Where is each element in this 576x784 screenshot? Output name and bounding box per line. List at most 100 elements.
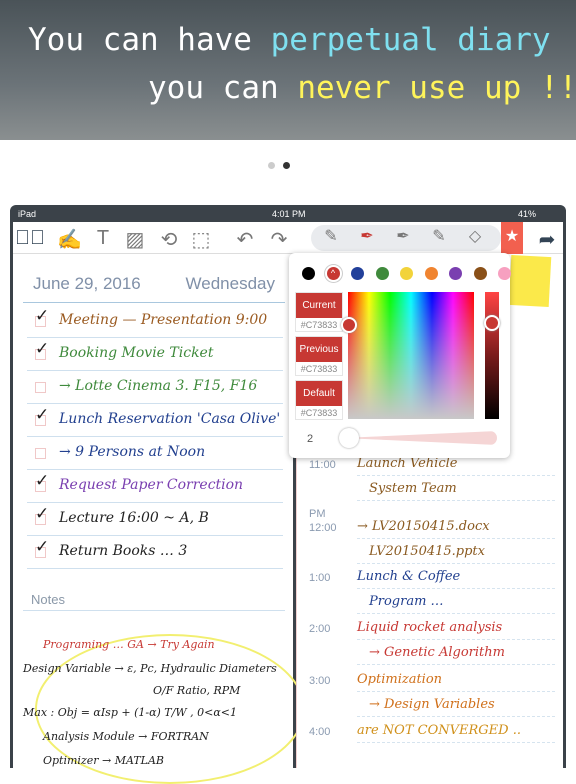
brightness-slider[interactable]: [485, 292, 499, 419]
time-label: 4:00: [309, 726, 331, 738]
select-icon[interactable]: ⬚: [189, 227, 213, 252]
schedule-text: → Genetic Algorithm: [369, 645, 505, 660]
note-line: Design Variable → ε, Pc, Hydraulic Diame…: [23, 662, 277, 675]
default-color-button[interactable]: Default #C73833: [295, 380, 343, 420]
undo-icon[interactable]: ↶: [233, 227, 257, 252]
fountain-pen-icon[interactable]: ✒: [355, 226, 379, 246]
notes-label: Notes: [31, 592, 65, 607]
current-hex: #C73833: [300, 320, 338, 330]
schedule-text: LV20150415.pptx: [369, 544, 485, 559]
task-checkbox[interactable]: [35, 382, 46, 393]
share-icon[interactable]: ➦: [535, 227, 559, 252]
default-hex: #C73833: [300, 408, 338, 418]
task-text: → Lotte Cinema 3. F15, F16: [59, 378, 258, 394]
status-bar: iPad 4:01 PM 41%: [10, 205, 566, 222]
spectrum-handle[interactable]: [341, 317, 357, 333]
checkmark-icon: ✓: [35, 339, 50, 358]
note-line: O/F Ratio, RPM: [153, 684, 241, 697]
color-picker-popup: ^ Current #C73833 Previous #C73833 Default…: [289, 253, 511, 458]
note-line: Programing … GA → Try Again: [43, 638, 215, 651]
task-row[interactable]: ✓ Return Books … 3: [27, 537, 283, 569]
checkmark-icon: ✓: [35, 405, 50, 424]
color-swatch[interactable]: [400, 267, 413, 280]
device-label: iPad: [18, 209, 37, 219]
task-row[interactable]: ✓ Booking Movie Ticket: [27, 339, 283, 371]
task-checkbox[interactable]: [35, 448, 46, 459]
time-label: 2:00: [309, 623, 331, 635]
eraser-icon[interactable]: ◇: [463, 226, 487, 246]
marker-icon[interactable]: ✎: [427, 226, 451, 246]
default-label: Default: [296, 381, 342, 406]
task-text: Meeting — Presentation 9:00: [59, 312, 268, 328]
task-row[interactable]: ✓ Request Paper Correction: [27, 471, 283, 503]
task-text: Lunch Reservation 'Casa Olive': [59, 411, 281, 427]
battery-level: 41%: [518, 209, 537, 219]
color-swatch[interactable]: [498, 267, 511, 280]
redo-icon[interactable]: ↷: [267, 227, 291, 252]
toolbar: ✓⃝ ✍ T ▨ ⟲ ⬚ ↶ ↷ ✎ ✒ ✒ ✎ ◇ ★ ➦: [13, 222, 563, 254]
banner-text: You can have: [28, 22, 271, 58]
diary-page[interactable]: June 29, 2016 Wednesday ✓ Meeting — Prese…: [13, 254, 305, 784]
color-swatch[interactable]: [473, 267, 487, 280]
schedule-text: → Design Variables: [369, 697, 495, 712]
page-indicator[interactable]: [268, 162, 290, 169]
note-line: Optimizer → MATLAB: [43, 754, 164, 767]
task-text: → 9 Persons at Noon: [59, 444, 206, 460]
task-text: Request Paper Correction: [59, 477, 244, 493]
time-label: 1:00: [309, 572, 331, 584]
task-row[interactable]: ✓ Lecture 16:00 ~ A, B: [27, 504, 283, 536]
promo-banner: You can have perpetual diary you can nev…: [0, 0, 576, 140]
time-label: 3:00: [309, 675, 331, 687]
image-icon[interactable]: ▨: [123, 227, 147, 252]
size-value: 2: [307, 433, 314, 445]
handwriting-icon[interactable]: ✍: [57, 227, 82, 252]
note-line: Analysis Module → FORTRAN: [43, 730, 209, 743]
checkmark-icon: ✓: [35, 504, 50, 523]
schedule-text: Optimization: [357, 672, 443, 687]
checkmark-icon: ✓: [35, 537, 50, 556]
shape-icon[interactable]: ⟲: [157, 227, 181, 252]
schedule-text: System Team: [369, 481, 457, 496]
color-swatch[interactable]: [375, 267, 389, 280]
schedule-text: are NOT CONVERGED ..: [357, 723, 521, 738]
pen-tray: ✎ ✒ ✒ ✎ ◇: [311, 225, 501, 251]
schedule-text: Program …: [369, 594, 444, 609]
schedule-text: Lunch & Coffee: [357, 569, 461, 584]
sticky-note[interactable]: [508, 254, 552, 308]
pm-label: PM: [309, 508, 326, 520]
banner-highlight: perpetual diary: [270, 22, 551, 58]
previous-color-button[interactable]: Previous #C73833: [295, 336, 343, 376]
schedule-text: → LV20150415.docx: [357, 519, 490, 534]
color-spectrum[interactable]: [348, 292, 474, 419]
pencil-icon[interactable]: ✎: [319, 226, 343, 246]
color-swatch[interactable]: [424, 267, 438, 280]
task-row[interactable]: → Lotte Cinema 3. F15, F16: [27, 372, 283, 404]
task-row[interactable]: ✓ Lunch Reservation 'Casa Olive': [27, 405, 283, 437]
check-icon[interactable]: ✓⃝: [15, 227, 45, 250]
checkmark-icon: ✓: [35, 306, 50, 325]
color-swatch[interactable]: [351, 267, 364, 280]
current-label: Current: [296, 293, 342, 318]
previous-label: Previous: [296, 337, 342, 362]
task-row[interactable]: → 9 Persons at Noon: [27, 438, 283, 470]
checkmark-icon: ✓: [35, 471, 50, 490]
task-text: Booking Movie Ticket: [59, 345, 214, 361]
previous-hex: #C73833: [300, 364, 338, 374]
size-handle[interactable]: [339, 428, 359, 448]
color-swatch[interactable]: [449, 267, 462, 280]
diary-weekday: Wednesday: [185, 274, 275, 293]
nib-pen-icon[interactable]: ✒: [391, 226, 415, 246]
brightness-handle[interactable]: [484, 315, 500, 331]
diary-date: June 29, 2016: [33, 274, 141, 293]
color-swatch[interactable]: ^: [326, 267, 340, 280]
time-label: 11:00: [309, 459, 336, 471]
color-swatch[interactable]: [302, 267, 315, 280]
favorite-star-icon[interactable]: ★: [501, 222, 523, 254]
task-row[interactable]: ✓ Meeting — Presentation 9:00: [27, 306, 283, 338]
text-icon[interactable]: T: [91, 227, 115, 250]
size-slider[interactable]: [359, 431, 497, 445]
banner-highlight: never use up !!: [297, 70, 576, 106]
task-text: Lecture 16:00 ~ A, B: [59, 510, 209, 526]
task-text: Return Books … 3: [59, 543, 188, 559]
current-color-button[interactable]: Current #C73833: [295, 292, 343, 332]
